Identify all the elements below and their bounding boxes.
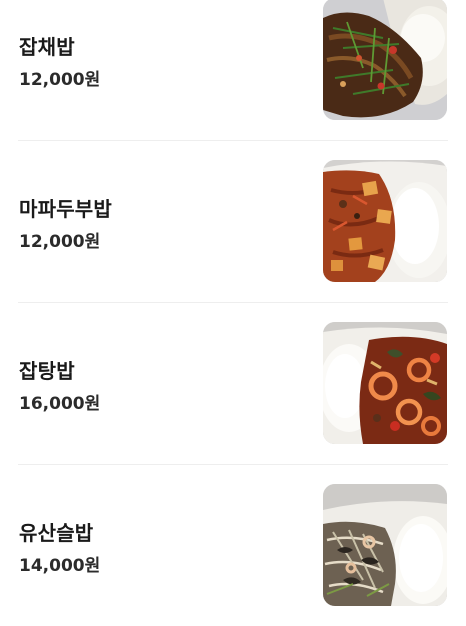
menu-item-price: 12,000원	[19, 232, 101, 252]
menu-item-japchae-rice[interactable]: 잡채밥 12,000원	[0, 0, 466, 140]
menu-item-photo[interactable]	[323, 0, 447, 120]
menu-item-price: 16,000원	[19, 394, 101, 414]
yusanseul-rice-photo	[323, 484, 447, 606]
menu-item-seafood-japtang-rice[interactable]: 잡탕밥 16,000원	[0, 302, 466, 464]
menu-item-price: 14,000원	[19, 556, 101, 576]
menu-item-mapo-tofu-rice[interactable]: 마파두부밥 12,000원	[0, 140, 466, 302]
japchae-rice-photo	[323, 0, 447, 120]
menu-item-price: 12,000원	[19, 70, 101, 90]
menu-item-name: 유산슬밥	[19, 521, 94, 545]
mapo-tofu-rice-photo	[323, 160, 447, 282]
menu-item-yusanseul-rice[interactable]: 유산슬밥 14,000원	[0, 464, 466, 626]
menu-item-photo[interactable]	[323, 322, 447, 444]
menu-item-name: 잡채밥	[19, 35, 75, 59]
menu-item-name: 잡탕밥	[19, 359, 75, 383]
menu-item-photo[interactable]	[323, 484, 447, 606]
seafood-japtang-rice-photo	[323, 322, 447, 444]
menu-item-name: 마파두부밥	[19, 197, 112, 221]
menu-item-photo[interactable]	[323, 160, 447, 282]
